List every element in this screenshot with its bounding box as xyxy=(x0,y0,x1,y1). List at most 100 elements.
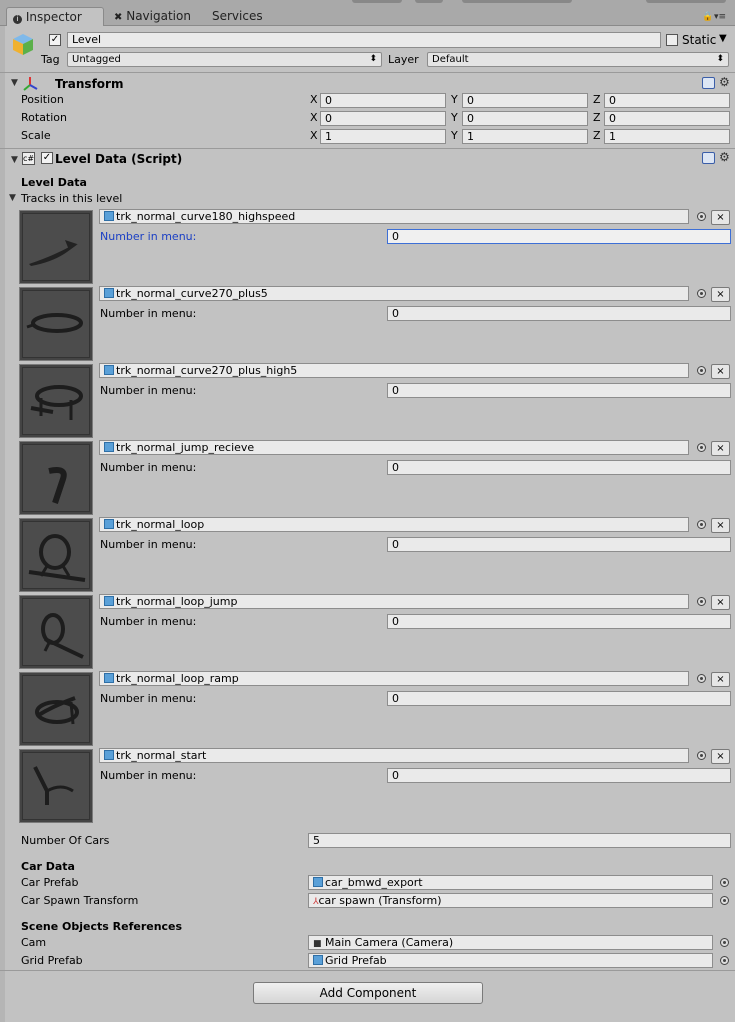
add-component-button[interactable]: Add Component xyxy=(253,982,483,1004)
axis-y-label: Y xyxy=(451,111,458,124)
position-y-field[interactable]: 0 xyxy=(462,93,588,108)
rotation-z-field[interactable]: 0 xyxy=(604,111,730,126)
script-icon: c# xyxy=(22,152,35,165)
object-picker-icon[interactable] xyxy=(697,443,706,452)
axis-x-label: X xyxy=(310,129,318,142)
track-object-field[interactable]: trk_normal_loop xyxy=(99,517,689,532)
track-object-field[interactable]: trk_normal_start xyxy=(99,748,689,763)
number-in-menu-label: Number in menu: xyxy=(100,461,197,474)
tag-dropdown[interactable]: Untagged ⬍ xyxy=(67,52,382,67)
grid-prefab-field[interactable]: Grid Prefab xyxy=(308,953,713,968)
remove-track-button[interactable]: × xyxy=(711,364,730,379)
object-picker-icon[interactable] xyxy=(720,938,729,947)
scale-z-field[interactable]: 1 xyxy=(604,129,730,144)
number-in-menu-field[interactable]: 0 xyxy=(387,460,731,475)
object-picker-icon[interactable] xyxy=(697,674,706,683)
scale-x-field[interactable]: 1 xyxy=(320,129,446,144)
car-prefab-field[interactable]: car_bmwd_export xyxy=(308,875,713,890)
number-of-cars-field[interactable]: 5 xyxy=(308,833,731,848)
number-in-menu-field[interactable]: 0 xyxy=(387,306,731,321)
object-picker-icon[interactable] xyxy=(720,896,729,905)
left-edge xyxy=(0,26,5,1022)
object-picker-icon[interactable] xyxy=(697,366,706,375)
toolbar-control xyxy=(415,0,443,3)
lock-icon[interactable]: 🔒 xyxy=(702,12,713,22)
tab-inspector-label: Inspector xyxy=(25,10,82,24)
object-picker-icon[interactable] xyxy=(720,956,729,965)
object-picker-icon[interactable] xyxy=(697,751,706,760)
help-icon[interactable] xyxy=(702,77,715,89)
script-enabled-checkbox[interactable]: ✓ xyxy=(41,152,53,164)
position-x-field[interactable]: 0 xyxy=(320,93,446,108)
track-thumbnail xyxy=(19,749,93,823)
fold-arrow-icon[interactable]: ▼ xyxy=(11,155,18,165)
remove-track-button[interactable]: × xyxy=(711,749,730,764)
number-in-menu-field[interactable]: 0 xyxy=(387,691,731,706)
rotation-x-field[interactable]: 0 xyxy=(320,111,446,126)
tab-navigation[interactable]: ✖ Navigation xyxy=(108,7,206,26)
prefab-icon xyxy=(104,673,114,683)
number-in-menu-field[interactable]: 0 xyxy=(387,614,731,629)
remove-track-button[interactable]: × xyxy=(711,672,730,687)
car-data-heading: Car Data xyxy=(21,860,75,873)
level-data-heading: Level Data xyxy=(21,176,87,189)
object-picker-icon[interactable] xyxy=(697,597,706,606)
number-in-menu-field[interactable]: 0 xyxy=(387,229,731,244)
scale-y-field[interactable]: 1 xyxy=(462,129,588,144)
tab-inspector[interactable]: i Inspector xyxy=(6,7,104,26)
cam-field[interactable]: ■ Main Camera (Camera) xyxy=(308,935,713,950)
track-object-field[interactable]: trk_normal_loop_ramp xyxy=(99,671,689,686)
position-z-field[interactable]: 0 xyxy=(604,93,730,108)
static-dropdown-arrow[interactable]: ▼ xyxy=(719,33,727,44)
number-in-menu-field[interactable]: 0 xyxy=(387,383,731,398)
prefab-icon xyxy=(313,877,323,887)
rotation-y-field[interactable]: 0 xyxy=(462,111,588,126)
track-thumbnail xyxy=(19,364,93,438)
tab-menu-icon[interactable]: ▾≡ xyxy=(714,12,726,22)
grid-prefab-label: Grid Prefab xyxy=(21,954,83,967)
number-in-menu-label: Number in menu: xyxy=(100,307,197,320)
track-object-field[interactable]: trk_normal_curve180_highspeed xyxy=(99,209,689,224)
remove-track-button[interactable]: × xyxy=(711,210,730,225)
help-icon[interactable] xyxy=(702,152,715,164)
remove-track-button[interactable]: × xyxy=(711,518,730,533)
number-in-menu-field[interactable]: 0 xyxy=(387,537,731,552)
layer-dropdown[interactable]: Default ⬍ xyxy=(427,52,729,67)
object-picker-icon[interactable] xyxy=(697,212,706,221)
gear-icon[interactable]: ⚙ xyxy=(719,75,730,89)
gear-icon[interactable]: ⚙ xyxy=(719,150,730,164)
remove-track-button[interactable]: × xyxy=(711,441,730,456)
number-in-menu-field[interactable]: 0 xyxy=(387,768,731,783)
toolbar-control xyxy=(462,0,572,3)
car-spawn-field[interactable]: ⅄car spawn (Transform) xyxy=(308,893,713,908)
fold-arrow-icon[interactable]: ▼ xyxy=(11,78,18,88)
prefab-icon xyxy=(104,365,114,375)
prefab-icon xyxy=(313,955,323,965)
remove-track-button[interactable]: × xyxy=(711,287,730,302)
object-name-field[interactable]: Level xyxy=(67,32,661,48)
number-in-menu-label: Number in menu: xyxy=(100,230,197,243)
number-in-menu-label: Number in menu: xyxy=(100,615,197,628)
track-thumbnail xyxy=(19,672,93,746)
object-picker-icon[interactable] xyxy=(697,520,706,529)
active-checkbox[interactable]: ✓ xyxy=(49,34,61,46)
track-thumbnail xyxy=(19,287,93,361)
fold-arrow-icon[interactable]: ▼ xyxy=(9,193,16,203)
track-object-field[interactable]: trk_normal_loop_jump xyxy=(99,594,689,609)
track-object-field[interactable]: trk_normal_jump_recieve xyxy=(99,440,689,455)
static-checkbox[interactable] xyxy=(666,34,678,46)
axis-z-label: Z xyxy=(593,111,601,124)
tab-services[interactable]: Services xyxy=(206,7,276,26)
number-in-menu-label: Number in menu: xyxy=(100,538,197,551)
camera-icon: ■ xyxy=(313,939,322,949)
track-object-field[interactable]: trk_normal_curve270_plus5 xyxy=(99,286,689,301)
tab-navigation-label: Navigation xyxy=(126,9,191,23)
prefab-icon xyxy=(104,519,114,529)
track-object-field[interactable]: trk_normal_curve270_plus_high5 xyxy=(99,363,689,378)
object-picker-icon[interactable] xyxy=(720,878,729,887)
track-thumbnail xyxy=(19,441,93,515)
tag-label: Tag xyxy=(41,53,60,66)
car-spawn-label: Car Spawn Transform xyxy=(21,894,139,907)
object-picker-icon[interactable] xyxy=(697,289,706,298)
remove-track-button[interactable]: × xyxy=(711,595,730,610)
